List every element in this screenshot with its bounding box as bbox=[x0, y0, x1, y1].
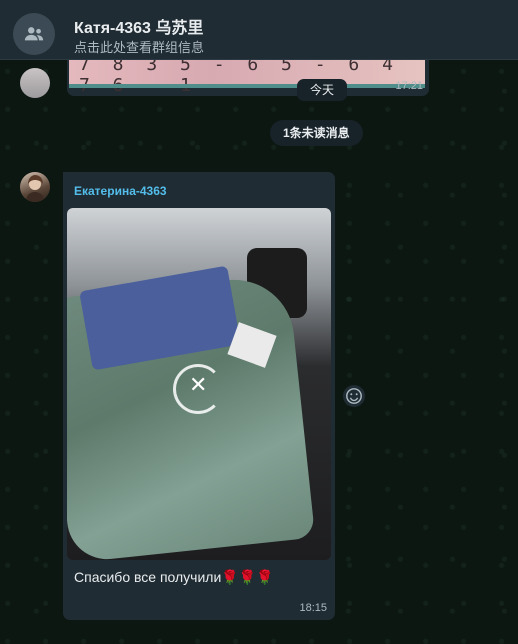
previous-image-text: 7 8 3 5 - 6 5 - 6 4 7 6 - 1 bbox=[79, 60, 399, 96]
chat-title[interactable]: Катя-4363 乌苏里 bbox=[74, 14, 203, 38]
chat-header[interactable]: Катя-4363 乌苏里 点击此处查看群组信息 bbox=[0, 0, 518, 60]
sender-name[interactable]: Екатерина-4363 bbox=[74, 184, 167, 198]
previous-message-image[interactable]: 7 8 3 5 - 6 5 - 6 4 7 6 - 1 bbox=[69, 60, 425, 96]
download-cancel-icon[interactable]: ✕ bbox=[189, 372, 207, 398]
avatar-photo bbox=[26, 175, 44, 202]
message-time: 18:15 bbox=[299, 602, 327, 614]
image-stripe bbox=[69, 84, 425, 88]
emoji-icon bbox=[346, 388, 362, 404]
message-bubble[interactable]: Екатерина-4363 ✕ Спасибо все получили🌹🌹🌹… bbox=[63, 172, 335, 620]
group-avatar[interactable] bbox=[13, 13, 55, 55]
unread-messages-divider: 1条未读消息 bbox=[270, 120, 363, 146]
date-divider: 今天 bbox=[297, 79, 348, 101]
sender-avatar[interactable] bbox=[20, 172, 50, 202]
message-caption: Спасибо все получили🌹🌹🌹 bbox=[74, 569, 274, 585]
previous-sender-avatar[interactable] bbox=[20, 68, 50, 98]
chat-subtitle[interactable]: 点击此处查看群组信息 bbox=[74, 37, 204, 56]
previous-message-bubble[interactable]: 7 8 3 5 - 6 5 - 6 4 7 6 - 1 17:21 bbox=[67, 60, 429, 96]
message-photo[interactable]: ✕ bbox=[67, 208, 331, 560]
reaction-button[interactable] bbox=[343, 385, 365, 407]
previous-message-time: 17:21 bbox=[395, 80, 423, 92]
group-icon bbox=[24, 27, 44, 41]
